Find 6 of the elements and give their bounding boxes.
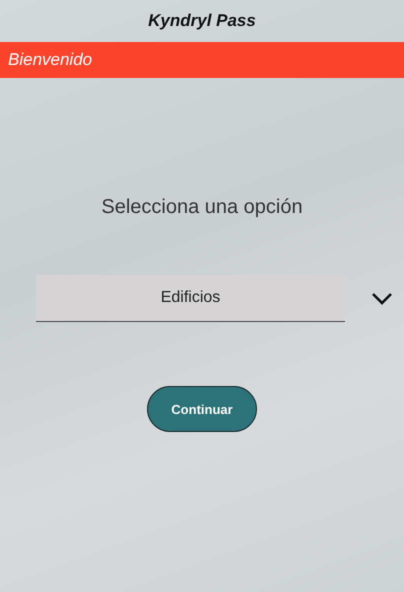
window-title: Kyndryl Pass	[148, 11, 256, 31]
option-select[interactable]: Edificios	[36, 275, 345, 322]
chevron-down-icon[interactable]	[371, 292, 393, 306]
continue-button[interactable]: Continuar	[147, 386, 257, 432]
banner-text: Bienvenido	[8, 50, 92, 70]
prompt-text: Selecciona una opción	[101, 196, 303, 219]
